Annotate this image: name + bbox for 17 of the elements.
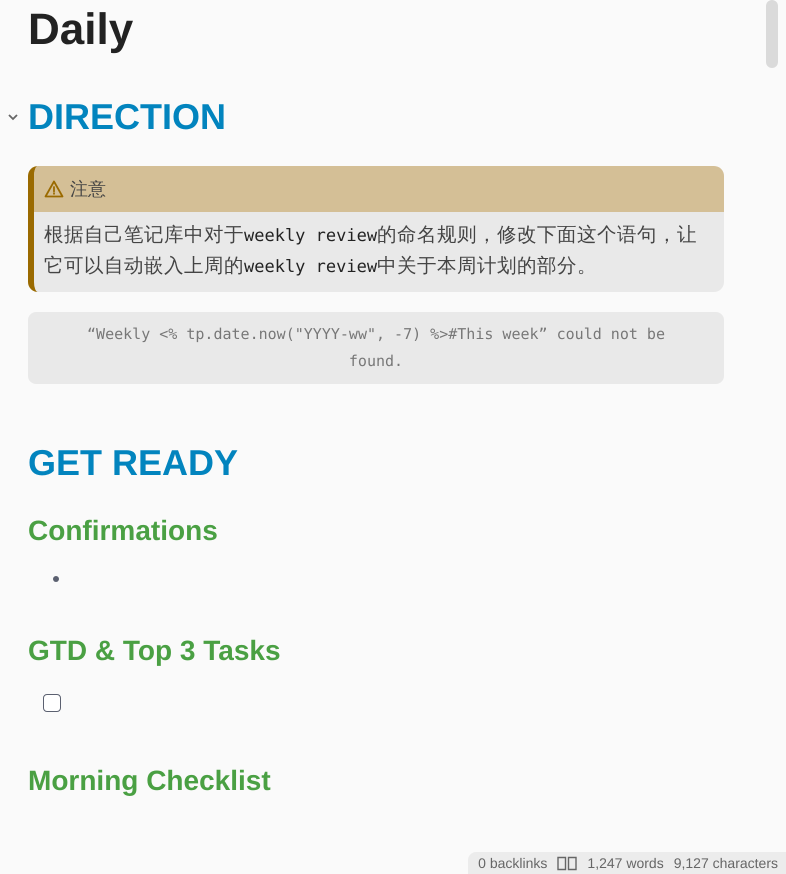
embed-error: “Weekly <% tp.date.now("YYYY-ww", -7) %>#This week” could not be found. [28, 312, 724, 384]
subheading: Morning Checklist [28, 764, 271, 798]
word-count: 1,247 words [587, 855, 664, 871]
callout-title: 注意 [70, 178, 106, 201]
bullet-point [53, 576, 59, 582]
subheading: GTD & Top 3 Tasks [28, 634, 281, 668]
callout-text: 根据自己笔记库中对于weekly review的命名规则，修改下面这个语句，让它可以自动嵌入上周的weekly review中关于本周计划的部分。 [43, 223, 698, 279]
subheading: Confirmations [28, 514, 218, 548]
scrollbar-thumb[interactable] [766, 0, 778, 68]
section-heading: GET READY [28, 442, 238, 484]
page-title: Daily [28, 4, 134, 56]
warning-icon [44, 180, 64, 198]
backlinks-count: 0 backlinks [478, 855, 548, 871]
section-heading: DIRECTION [28, 96, 226, 138]
character-count: 9,127 characters [674, 855, 778, 871]
task-checkbox[interactable] [43, 694, 61, 712]
book-icon[interactable] [557, 856, 578, 870]
